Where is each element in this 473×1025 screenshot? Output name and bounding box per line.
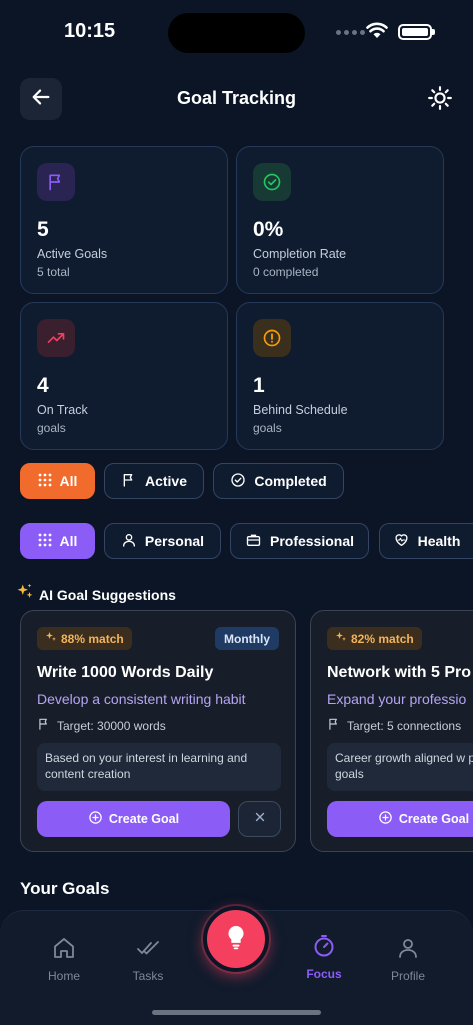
status-filter-all[interactable]: All: [20, 463, 95, 499]
target-label: Target: 30000 words: [57, 718, 166, 733]
stat-sub: 0 completed: [253, 265, 319, 279]
alert-circle-icon: [253, 319, 291, 357]
suggestion-reason: Based on your interest in learning and c…: [37, 743, 281, 791]
stat-value: 0%: [253, 218, 284, 241]
wifi-icon: [366, 22, 388, 44]
lightbulb-icon: [222, 923, 250, 956]
home-icon: [52, 936, 76, 963]
match-label: 88% match: [61, 631, 124, 646]
flag-icon: [37, 717, 51, 734]
tab-label: Focus: [306, 967, 342, 981]
check-circle-icon: [230, 472, 246, 491]
period-badge: Monthly: [215, 627, 279, 650]
sparkles-icon: [45, 631, 57, 646]
sparkles-icon: [335, 631, 347, 646]
page-title: Goal Tracking: [176, 88, 297, 108]
button-label: Create Goal: [108, 812, 180, 826]
stat-value: 4: [37, 374, 49, 397]
suggestion-title: Write 1000 Words Daily: [37, 664, 214, 681]
stat-card-completion-rate: 0% Completion Rate 0 completed: [236, 146, 444, 294]
stat-label: Completion Rate: [253, 247, 347, 261]
stat-sub: 5 total: [37, 265, 70, 279]
tab-label: Tasks: [132, 969, 164, 983]
stat-label: On Track: [37, 403, 88, 417]
your-goals-heading: Your Goals: [20, 879, 110, 898]
chip-label: Health: [417, 533, 461, 549]
dismiss-suggestion-button[interactable]: [238, 801, 281, 837]
target-label: Target: 5 connections: [347, 718, 462, 733]
section-title: AI Goal Suggestions: [39, 586, 176, 603]
tab-label: Profile: [390, 969, 425, 983]
tab-home[interactable]: Home: [34, 936, 94, 983]
suggestion-target: Target: 5 connections: [327, 717, 461, 734]
stat-value: 5: [37, 218, 49, 241]
match-label: 82% match: [351, 631, 414, 646]
suggestion-reason: Career growth aligned w professional goa…: [327, 743, 473, 791]
category-filter-personal[interactable]: Personal: [104, 523, 221, 559]
suggestion-title: Network with 5 Pro: [327, 664, 472, 681]
tab-label: Home: [47, 969, 80, 983]
match-badge: 88% match: [37, 627, 132, 650]
theme-toggle-button[interactable]: [424, 84, 456, 116]
suggestion-card: 82% match Network with 5 Pro Expand your…: [310, 610, 473, 852]
stat-label: Active Goals: [37, 247, 108, 261]
user-icon: [396, 936, 420, 963]
status-time: 10:15: [64, 20, 116, 42]
user-icon: [121, 532, 137, 551]
stat-value: 1: [253, 374, 265, 397]
grid-icon: [38, 533, 52, 550]
suggestion-card-clip: 82% match Network with 5 Pro Expand your…: [310, 610, 473, 852]
match-badge: 82% match: [327, 627, 422, 650]
grid-icon: [38, 473, 52, 490]
heart-pulse-icon: [393, 532, 410, 551]
double-check-icon: [136, 936, 160, 963]
stat-card-on-track: 4 On Track goals: [20, 302, 228, 450]
tab-profile[interactable]: Profile: [378, 936, 438, 983]
button-label: Create Goal: [398, 812, 470, 826]
tab-focus[interactable]: Focus: [294, 934, 354, 981]
timer-icon: [312, 934, 336, 961]
suggestion-target: Target: 30000 words: [37, 717, 166, 734]
category-filter-health[interactable]: Health: [379, 523, 473, 559]
cellular-signal-icon: [336, 30, 365, 35]
chip-label: All: [59, 473, 78, 489]
tab-tasks[interactable]: Tasks: [118, 936, 178, 983]
flag-icon: [37, 163, 75, 201]
stat-sub: goals: [253, 421, 282, 435]
trending-up-icon: [37, 319, 75, 357]
stat-card-active-goals: 5 Active Goals 5 total: [20, 146, 228, 294]
ai-suggestions-heading: AI Goal Suggestions: [16, 583, 176, 606]
focus-fab-button[interactable]: [203, 906, 269, 972]
category-filter-all[interactable]: All: [20, 523, 95, 559]
plus-circle-icon: [378, 810, 393, 828]
suggestion-description: Develop a consistent writing habit: [37, 691, 246, 707]
sun-icon: [427, 85, 453, 116]
check-circle-icon: [253, 163, 291, 201]
chip-label: Active: [144, 473, 188, 489]
home-indicator: [152, 1010, 321, 1015]
suggestion-card: 88% match Monthly Write 1000 Words Daily…: [20, 610, 296, 852]
suggestion-description: Expand your professio: [327, 691, 467, 707]
flag-icon: [121, 472, 137, 491]
chip-label: Professional: [269, 533, 355, 549]
flag-icon: [327, 717, 341, 734]
dynamic-island: [168, 13, 305, 53]
battery-icon: [398, 24, 432, 40]
create-goal-button[interactable]: Create Goal: [327, 801, 473, 837]
status-filter-active[interactable]: Active: [104, 463, 204, 499]
sparkles-icon: [16, 583, 34, 606]
stat-label: Behind Schedule: [253, 403, 348, 417]
create-goal-button[interactable]: Create Goal: [37, 801, 230, 837]
battery-tip: [432, 29, 435, 35]
chip-label: All: [59, 533, 78, 549]
plus-circle-icon: [88, 810, 103, 828]
stat-card-behind-schedule: 1 Behind Schedule goals: [236, 302, 444, 450]
chip-label: Completed: [254, 473, 327, 489]
briefcase-icon: [245, 532, 262, 551]
chip-label: Personal: [144, 533, 205, 549]
stat-sub: goals: [37, 421, 66, 435]
status-filter-completed[interactable]: Completed: [213, 463, 344, 499]
close-icon: [253, 810, 267, 829]
category-filter-professional[interactable]: Professional: [230, 523, 369, 559]
